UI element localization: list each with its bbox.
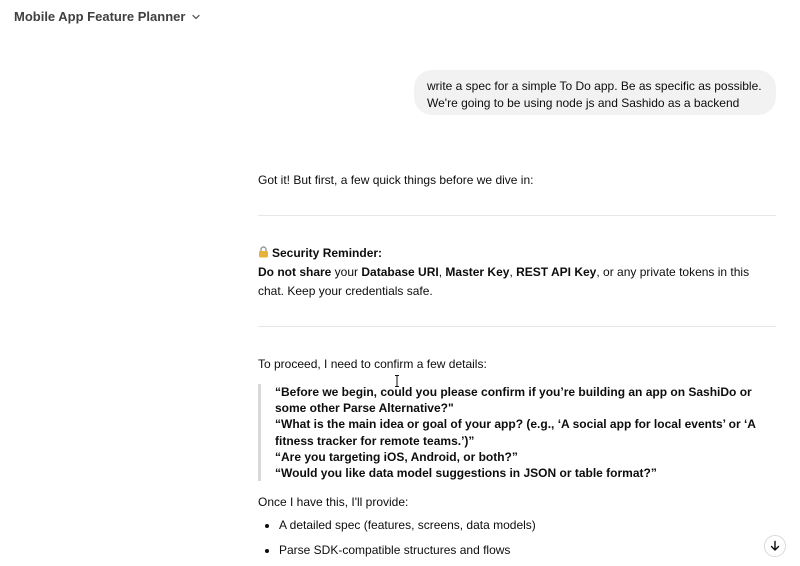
assistant-intro: Got it! But first, a few quick things be… xyxy=(258,173,534,187)
list-item: A detailed spec (features, screens, data… xyxy=(258,516,776,541)
once-text: Once I have this, I'll provide: xyxy=(258,495,409,509)
scroll-down-button[interactable] xyxy=(764,535,786,557)
chevron-down-icon xyxy=(192,14,201,19)
security-text: your xyxy=(331,265,362,279)
divider xyxy=(258,326,776,327)
database-uri: Database URI xyxy=(361,265,439,279)
rest-api-key: REST API Key xyxy=(516,265,597,279)
master-key: Master Key xyxy=(445,265,510,279)
deliverables-list: A detailed spec (features, screens, data… xyxy=(258,516,776,566)
question-item: “Would you like data model suggestions i… xyxy=(275,466,657,481)
text-cursor-icon xyxy=(395,375,399,387)
questions-blockquote: “Before we begin, could you please confi… xyxy=(258,384,776,481)
user-message-bubble: write a spec for a simple To Do app. Be … xyxy=(414,70,776,115)
lock-icon xyxy=(259,246,268,258)
question-item: “What is the main idea or goal of your a… xyxy=(275,417,756,448)
security-title: Security Reminder: xyxy=(272,246,383,260)
chat-title-dropdown[interactable]: Mobile App Feature Planner xyxy=(14,9,201,24)
question-item: “Before we begin, could you please confi… xyxy=(275,385,752,416)
user-message-line: We're going to be using node js and Sash… xyxy=(427,96,740,110)
list-item: Parse SDK-compatible structures and flow… xyxy=(258,541,776,566)
question-item: “Are you targeting iOS, Android, or both… xyxy=(275,449,518,464)
security-reminder: Security Reminder: Do not share your Dat… xyxy=(258,244,776,301)
divider xyxy=(258,215,776,216)
proceed-text: To proceed, I need to confirm a few deta… xyxy=(258,357,487,371)
user-message-line: write a spec for a simple To Do app. Be … xyxy=(427,79,762,93)
arrow-down-icon xyxy=(770,540,780,551)
chat-title: Mobile App Feature Planner xyxy=(14,9,186,24)
do-not-share: Do not share xyxy=(258,265,332,279)
